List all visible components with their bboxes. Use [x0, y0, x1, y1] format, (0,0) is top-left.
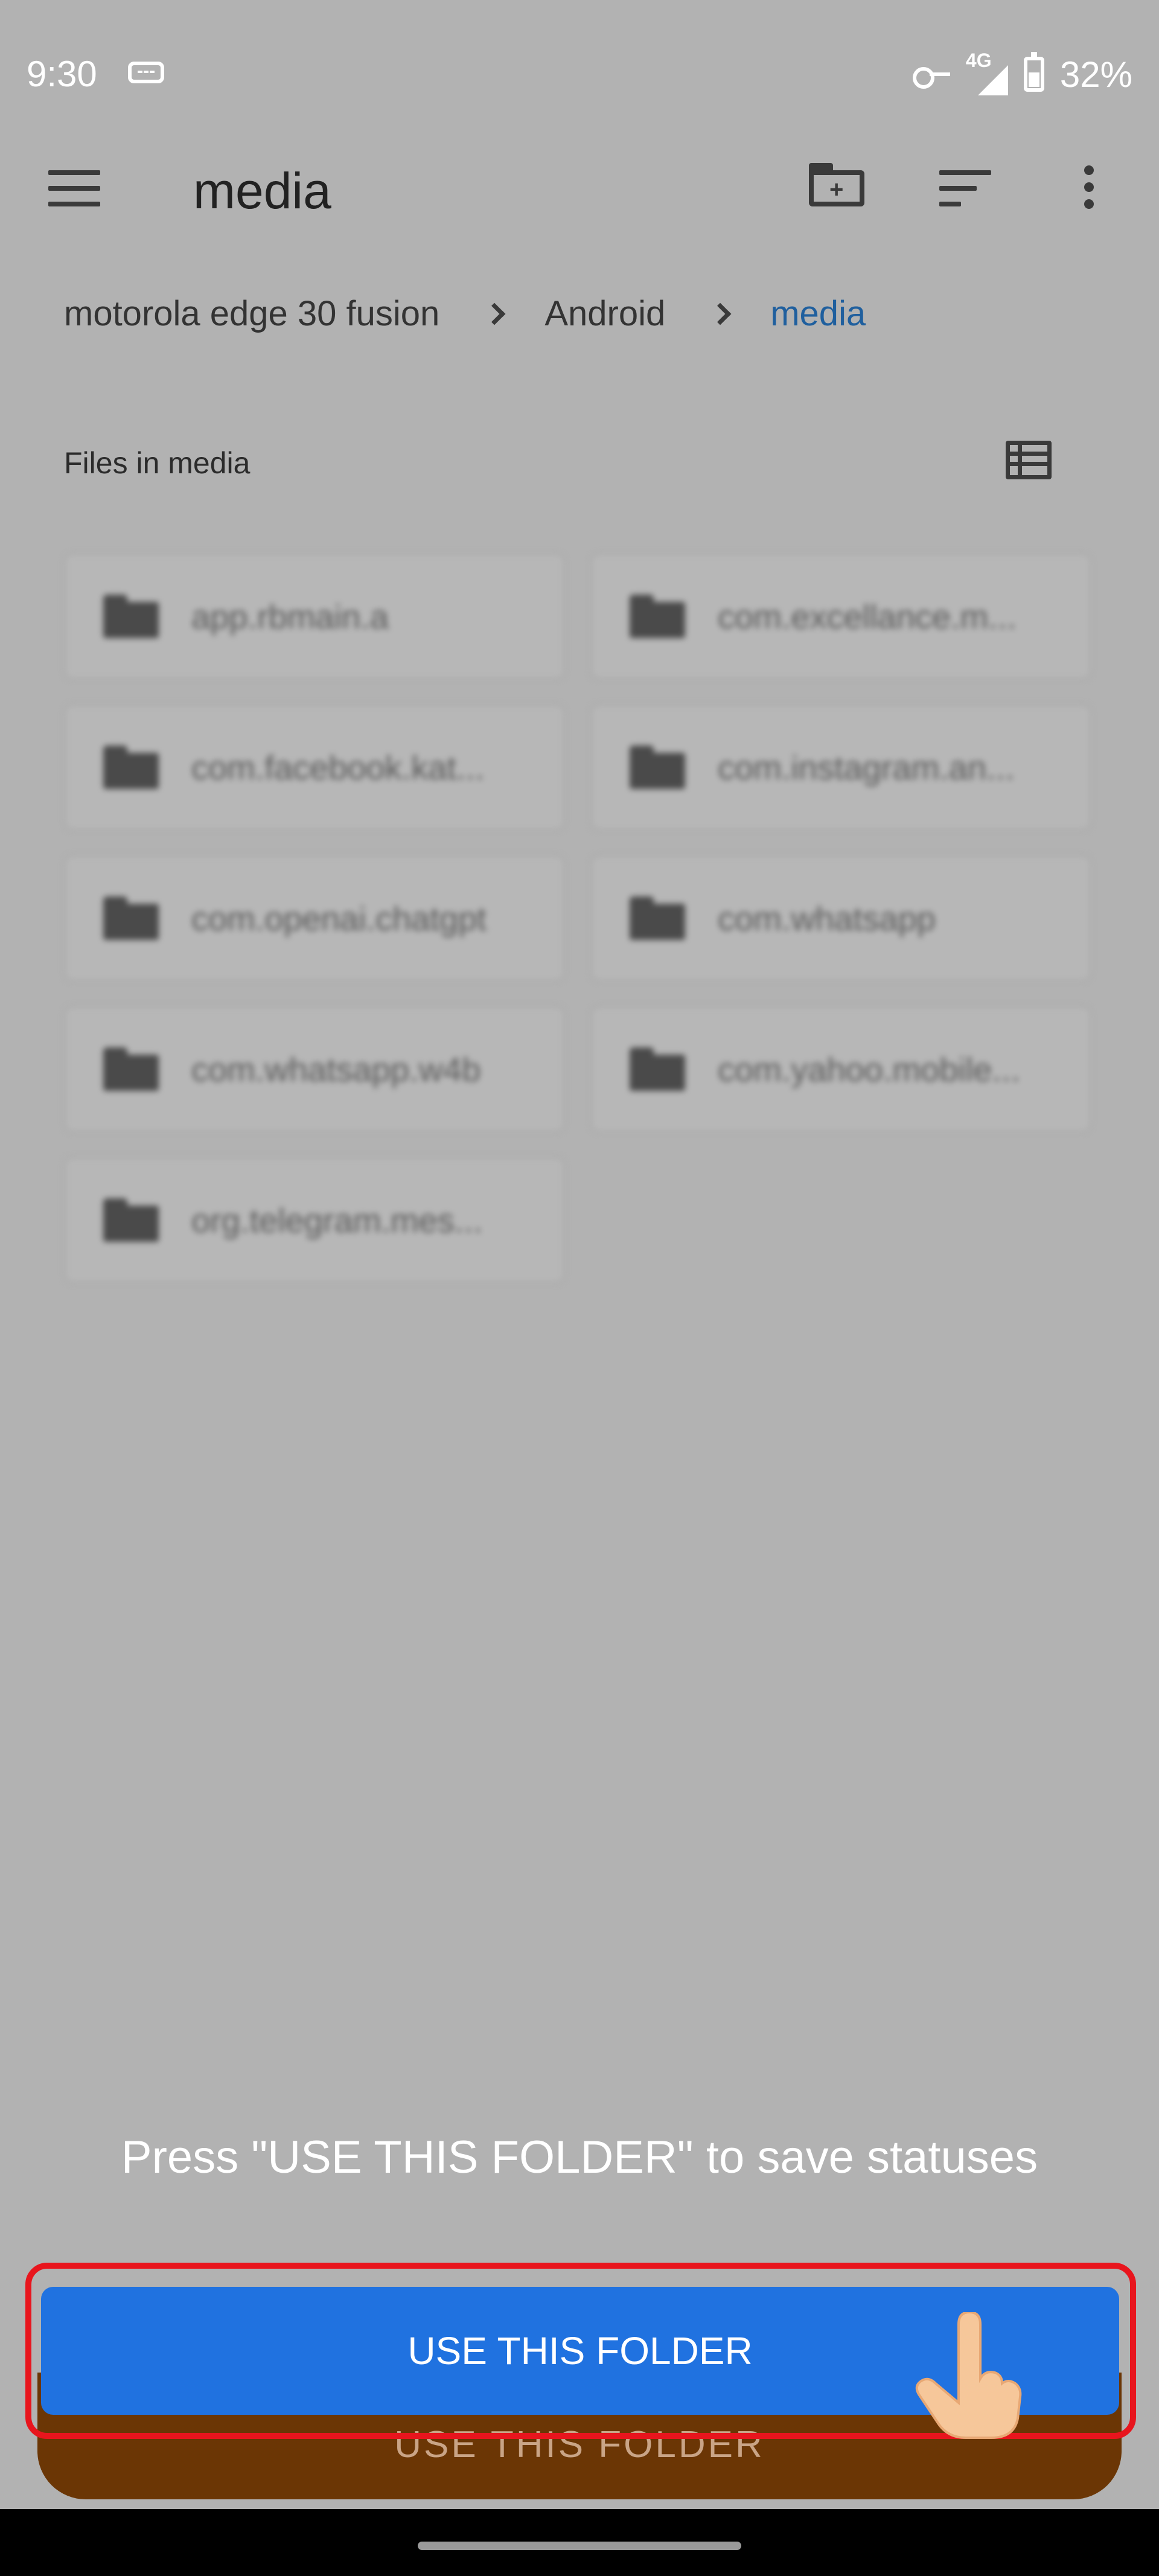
- instruction-text: Press "USE THIS FOLDER" to save statuses: [121, 2132, 1038, 2183]
- new-folder-icon[interactable]: +: [809, 163, 864, 206]
- page-title: media: [193, 162, 331, 219]
- folder-icon: [630, 595, 685, 638]
- chevron-right-icon: [483, 302, 506, 325]
- folder-icon: [103, 896, 159, 940]
- battery-icon: [1023, 52, 1044, 92]
- vpn-key-icon: [912, 62, 950, 89]
- more-vert-icon[interactable]: [1082, 165, 1096, 214]
- chevron-right-icon: [709, 302, 732, 325]
- folder-name: com.whatsapp: [718, 899, 936, 938]
- folder-item[interactable]: org.telegram.mes...: [64, 1157, 565, 1283]
- folder-icon: [630, 896, 685, 940]
- folder-name: app.rbmain.a: [191, 597, 389, 636]
- folder-item[interactable]: com.whatsapp.w4b: [64, 1006, 565, 1133]
- folder-name: com.instagram.an...: [718, 748, 1015, 787]
- pointing-hand-icon: [915, 2312, 1022, 2439]
- battery-percent: 32%: [1059, 54, 1132, 95]
- folder-name: com.whatsapp.w4b: [191, 1050, 481, 1088]
- folder-icon: [103, 595, 159, 638]
- folder-name: org.telegram.mes...: [191, 1201, 483, 1239]
- app-bar: media +: [0, 145, 1159, 254]
- folder-icon: [630, 1047, 685, 1091]
- status-time: 9:30: [27, 54, 97, 94]
- folder-item[interactable]: com.openai.chatgpt: [64, 855, 565, 982]
- menu-icon[interactable]: [48, 170, 100, 206]
- folder-item[interactable]: com.excellance.m...: [590, 553, 1091, 680]
- folder-icon: [103, 1047, 159, 1091]
- navigation-bar: [0, 2509, 1159, 2576]
- folder-icon: [103, 746, 159, 789]
- folder-name: com.facebook.kat...: [191, 748, 485, 787]
- signal-icon: 4G: [966, 50, 1008, 95]
- folder-item[interactable]: com.yahoo.mobile...: [590, 1006, 1091, 1133]
- breadcrumb-item-device[interactable]: motorola edge 30 fusion: [64, 293, 439, 334]
- breadcrumb: motorola edge 30 fusion Android media: [64, 293, 866, 334]
- folder-item[interactable]: com.whatsapp: [590, 855, 1091, 982]
- folder-item[interactable]: com.facebook.kat...: [64, 704, 565, 831]
- status-bar: 9:30 4G 32%: [0, 0, 1159, 145]
- screen-cast-icon: [128, 62, 164, 83]
- folder-item[interactable]: com.instagram.an...: [590, 704, 1091, 831]
- sort-icon[interactable]: [939, 170, 991, 206]
- folder-name: com.excellance.m...: [718, 597, 1017, 636]
- folder-item[interactable]: app.rbmain.a: [64, 553, 565, 680]
- folder-name: com.yahoo.mobile...: [718, 1050, 1021, 1088]
- files-header: Files in media: [64, 446, 251, 480]
- breadcrumb-item-media[interactable]: media: [770, 293, 866, 334]
- breadcrumb-item-android[interactable]: Android: [544, 293, 665, 334]
- status-icons: 4G 32%: [912, 50, 1132, 95]
- list-view-icon[interactable]: [1006, 441, 1052, 479]
- home-indicator[interactable]: [418, 2542, 741, 2550]
- folder-name: com.openai.chatgpt: [191, 899, 487, 938]
- folder-icon: [630, 746, 685, 789]
- folder-icon: [103, 1198, 159, 1242]
